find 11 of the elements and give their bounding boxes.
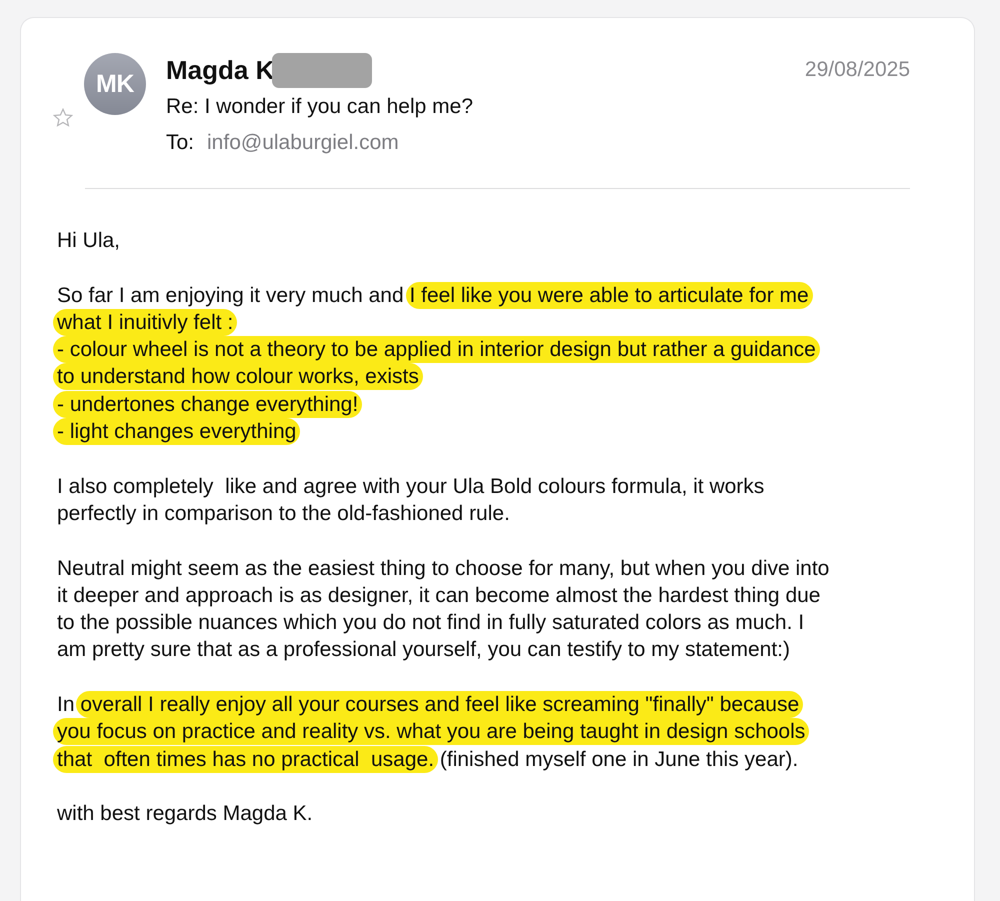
paragraph: Hi Ula, [57,228,122,254]
recipient-label: To: [166,131,194,154]
star-icon[interactable] [52,107,74,129]
message-date: 29/08/2025 [804,58,910,82]
recipient-address: info@ulaburgiel.com [207,131,399,154]
paragraph: Neutral might seem as the easiest thing to choose for many, but when you dive into it deeper and approach is as designer, it can become almost the hardest thing due to the possible nuances which you do not find in fully saturated colors as much. I am pretty sure that as a professional yourself, you can testify to my statement:) [57,556,830,664]
paragraph: I also completely like and agree with your Ula Bold colours formula, it works perfectly in comparison to the old-fashioned rule. [57,474,766,527]
paragraph: with best regards Magda K. [57,801,314,828]
sender-name: Magda K [166,54,274,86]
avatar: MK [84,53,146,115]
message-subject: Re: I wonder if you can help me? [166,94,474,120]
